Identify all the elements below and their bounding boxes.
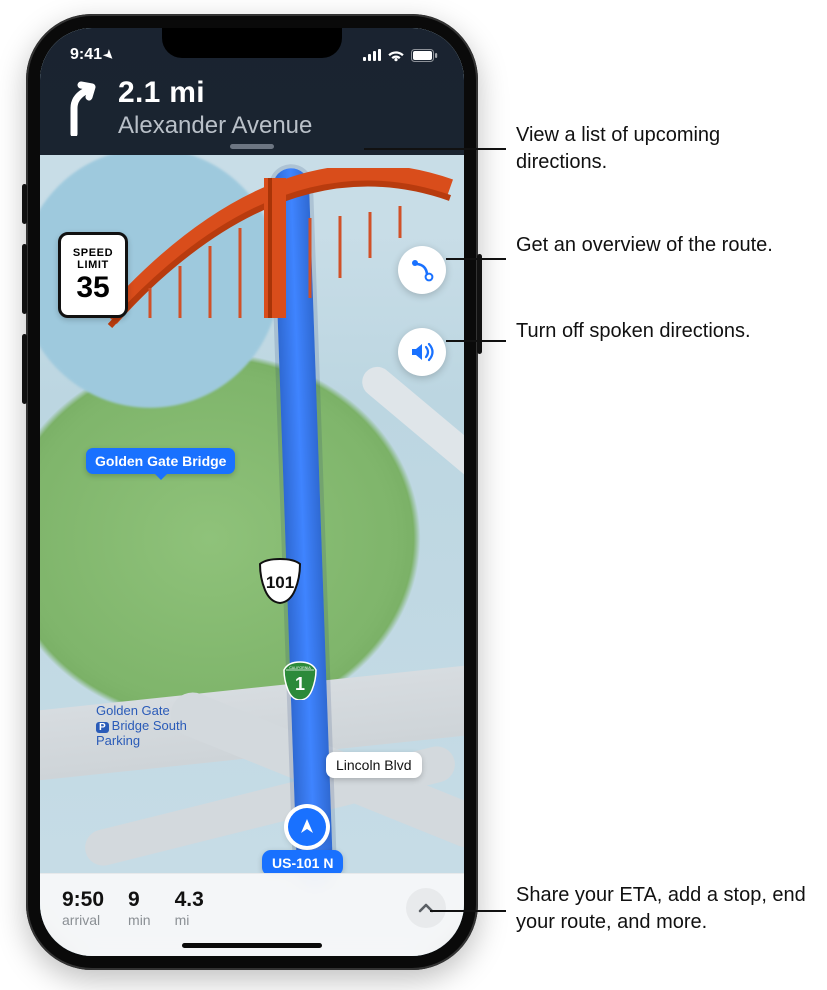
minutes-value: 9	[128, 888, 151, 912]
speed-label: LIMIT	[77, 259, 109, 271]
callout-audio: Turn off spoken directions.	[516, 318, 751, 345]
minutes-label: min	[128, 912, 151, 928]
callout-line	[446, 258, 506, 260]
screen: 9:41 ➤ 2.1 m	[40, 28, 464, 956]
street-label: Lincoln Blvd	[326, 752, 422, 778]
svg-text:101: 101	[266, 573, 294, 592]
status-time-text: 9:41	[70, 46, 102, 64]
poi-parking: Golden Gate PBridge South Parking	[96, 704, 187, 749]
svg-text:CALIFORNIA: CALIFORNIA	[289, 666, 311, 670]
expand-trip-button[interactable]	[406, 888, 446, 928]
next-turn-street: Alexander Avenue	[118, 112, 444, 140]
miles-value: 4.3	[175, 888, 204, 912]
next-turn-distance: 2.1 mi	[118, 76, 444, 110]
lincoln-text: Lincoln Blvd	[336, 757, 412, 773]
route-icon	[409, 257, 435, 283]
svg-text:1: 1	[295, 674, 305, 694]
arrival-label: arrival	[62, 912, 104, 928]
turn-arrow-icon	[60, 76, 104, 141]
speed-value: 35	[76, 273, 109, 303]
notch	[162, 28, 342, 58]
parking-icon: P	[96, 722, 109, 734]
callout-line	[446, 340, 506, 342]
poi-line: Bridge South	[112, 718, 187, 733]
trip-info-bar[interactable]: 9:50 arrival 9 min 4.3 mi	[40, 873, 464, 956]
route-line	[272, 168, 333, 889]
miles-stat: 4.3 mi	[175, 888, 204, 928]
current-location	[288, 808, 326, 846]
callout-route-overview: Get an overview of the route.	[516, 232, 773, 259]
bridge-label: Golden Gate Bridge	[86, 448, 235, 474]
home-indicator	[182, 943, 322, 948]
power-button	[477, 254, 482, 354]
chevron-up-icon	[417, 899, 435, 917]
minutes-stat: 9 min	[128, 888, 151, 928]
road	[356, 361, 464, 525]
battery-icon	[411, 49, 438, 62]
callout-line	[364, 148, 506, 150]
poi-line: Parking	[96, 733, 140, 748]
wifi-icon	[387, 49, 405, 62]
us101-text: US-101 N	[272, 855, 333, 871]
miles-label: mi	[175, 912, 204, 928]
volume-up-button	[22, 244, 27, 314]
poi-line: Golden Gate	[96, 703, 170, 718]
banner-grabber[interactable]	[230, 144, 274, 149]
status-right	[363, 49, 438, 62]
arrival-value: 9:50	[62, 888, 104, 912]
callout-line	[430, 910, 506, 912]
speaker-icon	[408, 338, 436, 366]
status-time: 9:41 ➤	[70, 46, 114, 64]
us-route-shield: 101	[258, 558, 302, 604]
side-button	[22, 184, 27, 224]
location-icon: ➤	[101, 46, 118, 63]
phone-frame: 9:41 ➤ 2.1 m	[26, 14, 478, 970]
arrival-stat: 9:50 arrival	[62, 888, 104, 928]
volume-down-button	[22, 334, 27, 404]
bridge-label-text: Golden Gate Bridge	[95, 453, 226, 469]
route-overview-button[interactable]	[398, 246, 446, 294]
speed-limit-sign: SPEED LIMIT 35	[58, 232, 128, 318]
callout-directions-list: View a list of upcoming directions.	[516, 122, 816, 176]
state-route-shield: CALIFORNIA 1	[282, 660, 318, 700]
callout-expand: Share your ETA, add a stop, end your rou…	[516, 882, 816, 936]
speed-label: SPEED	[73, 247, 113, 259]
cellular-icon	[363, 49, 381, 61]
audio-button[interactable]	[398, 328, 446, 376]
map-view[interactable]: Golden Gate Bridge Lincoln Blvd US-101 N…	[40, 28, 464, 956]
